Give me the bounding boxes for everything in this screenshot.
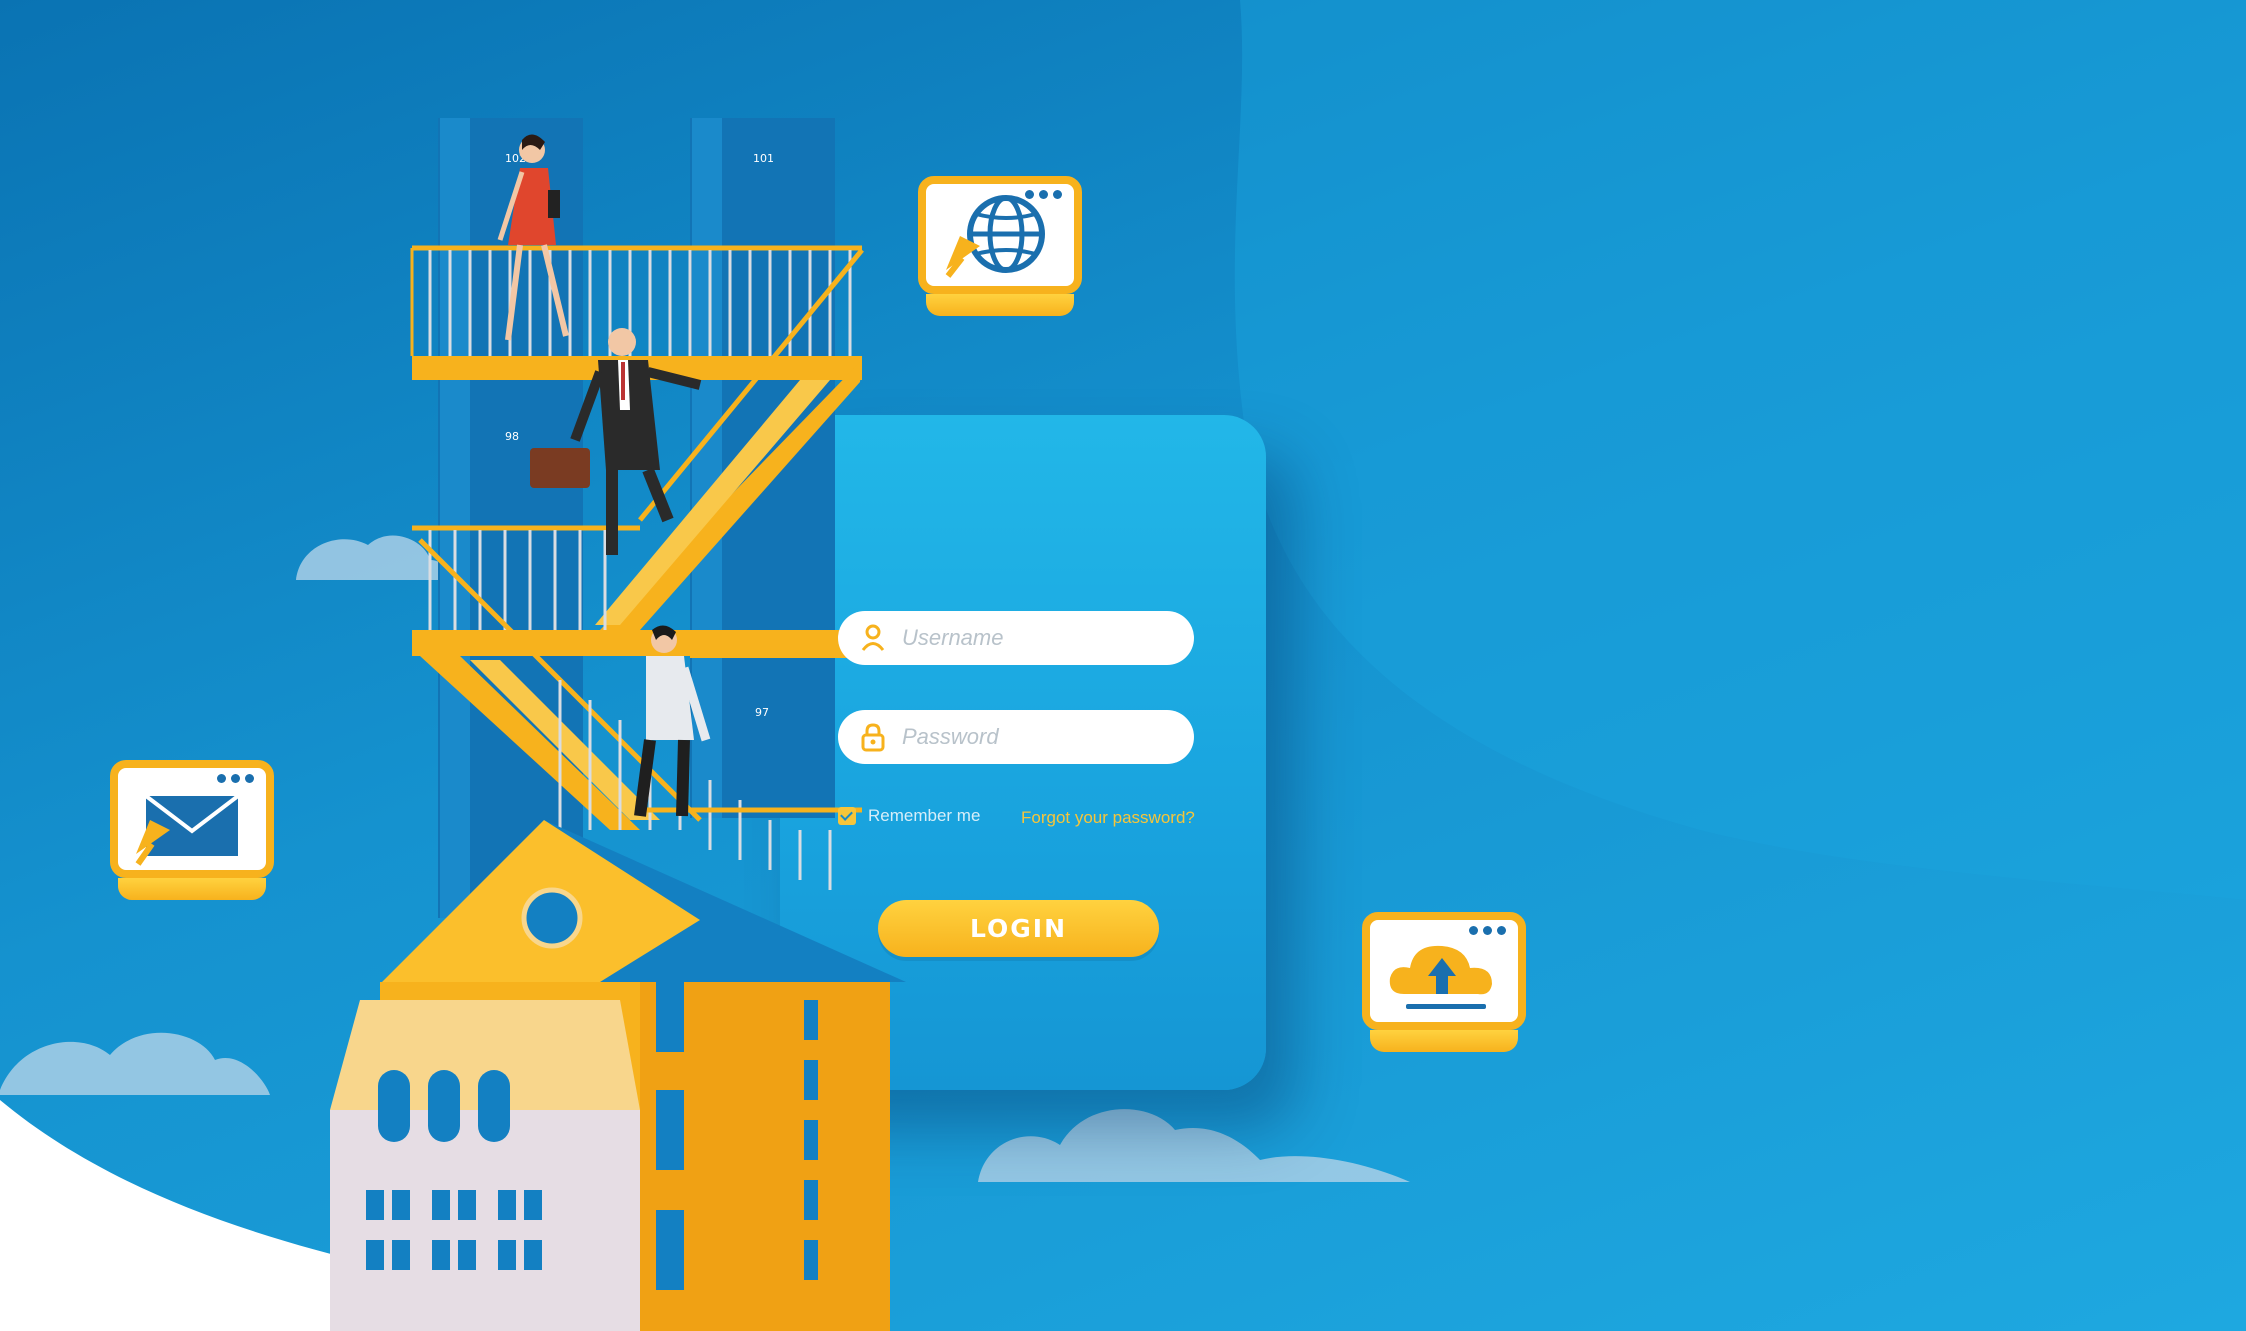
login-illustration-scene: 102 101 98 97 Username Remember me Forgo… [0, 0, 2246, 1331]
password-field[interactable] [838, 710, 1194, 764]
forgot-password-link[interactable]: Forgot your password? [1021, 808, 1195, 828]
landing-bridge [690, 636, 860, 658]
remember-me-checkbox[interactable] [838, 807, 856, 825]
username-input[interactable] [900, 624, 1174, 652]
mail-monitor [110, 760, 274, 910]
cloud-upload-icon [1389, 945, 1492, 1009]
globe-cursor-icon [945, 195, 1045, 278]
remember-me-label: Remember me [868, 806, 981, 825]
door-number-98: 98 [505, 430, 519, 443]
user-icon [861, 624, 885, 651]
house [330, 820, 906, 1331]
monitor-stand [1370, 1030, 1518, 1052]
monitor-stand [926, 294, 1074, 316]
cloud-monitor [1362, 912, 1526, 1062]
monitor-stand [118, 878, 266, 900]
username-field[interactable] [838, 611, 1194, 665]
globe-monitor [918, 176, 1082, 326]
stair-tower-illustration: 102 101 98 97 [330, 118, 906, 1331]
door-number-101: 101 [753, 152, 774, 165]
password-input[interactable] [900, 723, 1174, 751]
door-number-97: 97 [755, 706, 769, 719]
login-button[interactable]: LOGIN [878, 900, 1159, 957]
remember-me[interactable]: Remember me [838, 806, 980, 826]
envelope-cursor-icon [135, 794, 240, 866]
lock-icon [861, 723, 885, 752]
